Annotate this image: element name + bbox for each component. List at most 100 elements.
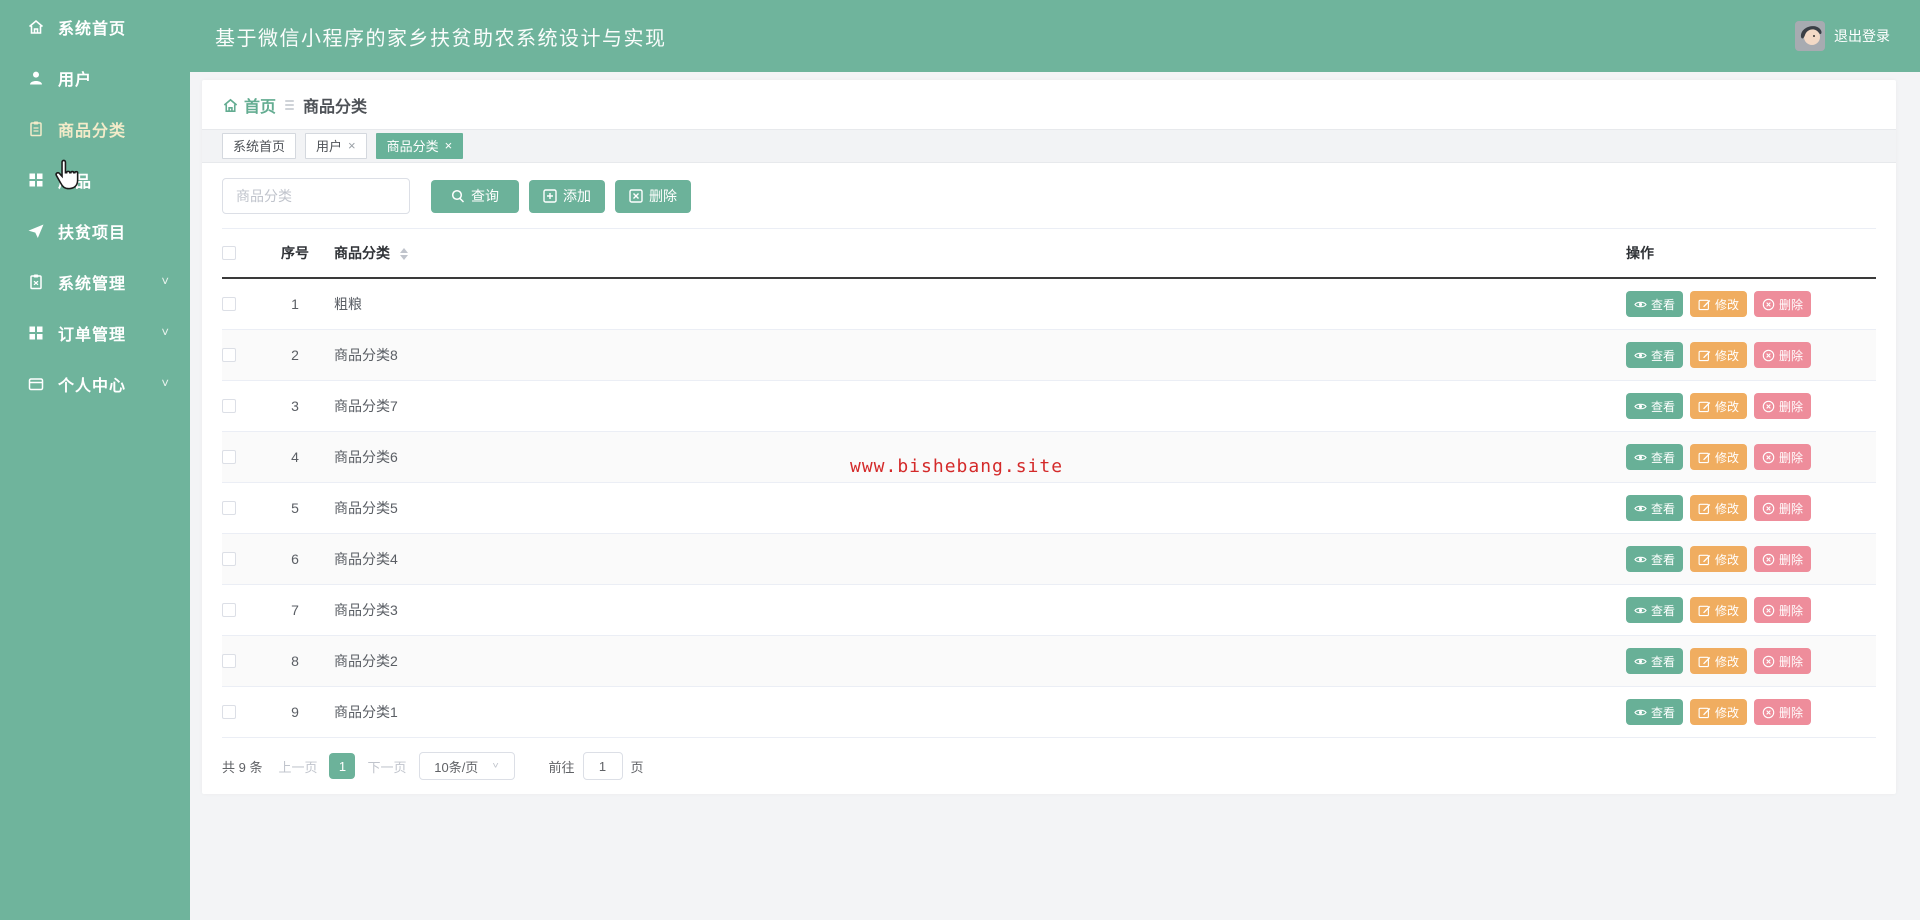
row-checkbox[interactable] — [222, 552, 236, 566]
edit-icon — [1698, 299, 1711, 310]
goto-label: 前往 — [548, 759, 575, 775]
chevron-down-icon: ˅ — [161, 273, 170, 289]
row-checkbox[interactable] — [222, 654, 236, 668]
table-row: 4 商品分类6 查看 修改 删除 — [222, 432, 1876, 483]
sidebar-item-profile[interactable]: 个人中心 ˅ — [0, 358, 190, 409]
view-button[interactable]: 查看 — [1626, 699, 1684, 725]
close-icon[interactable]: × — [348, 139, 356, 152]
eye-icon — [1634, 403, 1647, 409]
view-button[interactable]: 查看 — [1626, 597, 1684, 623]
row-category: 商品分类3 — [334, 602, 398, 618]
delete-row-button[interactable]: 删除 — [1754, 648, 1812, 674]
close-icon[interactable]: × — [445, 139, 453, 152]
row-checkbox[interactable] — [222, 705, 236, 719]
edit-button[interactable]: 修改 — [1690, 495, 1748, 521]
column-header-category[interactable]: 商品分类 — [326, 243, 1626, 263]
row-checkbox[interactable] — [222, 297, 236, 311]
sort-icon[interactable] — [399, 248, 408, 261]
sidebar-item-label: 系统首页 — [58, 20, 127, 38]
search-input[interactable] — [222, 178, 410, 214]
query-button[interactable]: 查询 — [431, 179, 519, 213]
tab-home[interactable]: 系统首页 — [222, 132, 297, 159]
delete-row-button[interactable]: 删除 — [1754, 291, 1812, 317]
sidebar-item-products[interactable]: 产品 — [0, 154, 190, 205]
add-button[interactable]: 添加 — [529, 179, 605, 213]
edit-button[interactable]: 修改 — [1690, 648, 1748, 674]
table-row: 2 商品分类8 查看 修改 删除 — [222, 330, 1876, 381]
user-menu[interactable]: 退出登录 — [1795, 21, 1890, 51]
caret-down-icon: ˅ — [492, 761, 499, 771]
next-page-button[interactable]: 下一页 — [367, 757, 406, 776]
eye-icon — [1634, 607, 1647, 613]
edit-button[interactable]: 修改 — [1690, 342, 1748, 368]
view-button[interactable]: 查看 — [1626, 546, 1684, 572]
main-area: 基于微信小程序的家乡扶贫助农系统设计与实现 退出登录 首页 商品分类 系统首页 … — [190, 0, 1920, 920]
sidebar-item-label: 扶贫项目 — [58, 224, 127, 242]
sidebar-item-users[interactable]: 用户 — [0, 52, 190, 103]
row-checkbox[interactable] — [222, 399, 236, 413]
row-index: 2 — [291, 347, 299, 363]
category-table: 序号 商品分类 操作 1 粗粮 查看 修改 删除 2 商品分类8 查看 修改 删… — [222, 228, 1876, 738]
view-button[interactable]: 查看 — [1626, 444, 1684, 470]
delete-row-button[interactable]: 删除 — [1754, 342, 1812, 368]
sidebar-item-label: 用户 — [58, 71, 93, 89]
sidebar-item-home[interactable]: 系统首页 — [0, 1, 190, 52]
edit-button[interactable]: 修改 — [1690, 597, 1748, 623]
tab-users[interactable]: 用户 × — [305, 132, 367, 159]
row-checkbox[interactable] — [222, 348, 236, 362]
grid-icon — [27, 324, 45, 342]
edit-button[interactable]: 修改 — [1690, 393, 1748, 419]
delete-row-button[interactable]: 删除 — [1754, 546, 1812, 572]
row-checkbox[interactable] — [222, 501, 236, 515]
select-all-checkbox[interactable] — [222, 246, 236, 260]
clipboard-icon — [27, 273, 45, 291]
x-square-icon — [629, 189, 643, 203]
delete-row-button[interactable]: 删除 — [1754, 444, 1812, 470]
view-button[interactable]: 查看 — [1626, 393, 1684, 419]
page-size-select[interactable]: 10条/页 ˅ — [418, 752, 515, 780]
tab-categories[interactable]: 商品分类 × — [375, 132, 464, 159]
sidebar-item-order-mgmt[interactable]: 订单管理 ˅ — [0, 307, 190, 358]
edit-icon — [1698, 554, 1711, 565]
edit-button[interactable]: 修改 — [1690, 444, 1748, 470]
pagination: 共 9 条 上一页 1 下一页 10条/页 ˅ 前往 页 — [222, 752, 1896, 780]
edit-icon — [1698, 503, 1711, 514]
view-button[interactable]: 查看 — [1626, 648, 1684, 674]
edit-button[interactable]: 修改 — [1690, 291, 1748, 317]
circle-x-icon — [1762, 706, 1775, 718]
breadcrumb-separator-icon — [285, 100, 295, 110]
row-checkbox[interactable] — [222, 603, 236, 617]
column-header-index: 序号 — [281, 245, 309, 261]
delete-row-button[interactable]: 删除 — [1754, 597, 1812, 623]
delete-row-button[interactable]: 删除 — [1754, 393, 1812, 419]
row-checkbox[interactable] — [222, 450, 236, 464]
delete-row-button[interactable]: 删除 — [1754, 699, 1812, 725]
prev-page-button[interactable]: 上一页 — [278, 757, 317, 776]
sidebar-item-label: 商品分类 — [58, 122, 127, 140]
edit-button[interactable]: 修改 — [1690, 546, 1748, 572]
current-page-button[interactable]: 1 — [329, 753, 356, 779]
circle-x-icon — [1762, 349, 1775, 361]
row-category: 粗粮 — [334, 296, 362, 312]
breadcrumb-home[interactable]: 首页 — [222, 93, 276, 117]
chevron-down-icon: ˅ — [161, 324, 170, 340]
delete-button[interactable]: 删除 — [615, 179, 691, 213]
view-button[interactable]: 查看 — [1626, 495, 1684, 521]
page-title: 基于微信小程序的家乡扶贫助农系统设计与实现 — [215, 27, 667, 50]
edit-button[interactable]: 修改 — [1690, 699, 1748, 725]
sidebar-item-categories[interactable]: 商品分类 — [0, 103, 190, 154]
grid-icon — [27, 171, 45, 189]
goto-page-input[interactable] — [582, 752, 623, 780]
row-index: 3 — [291, 398, 299, 414]
view-button[interactable]: 查看 — [1626, 291, 1684, 317]
user-icon — [27, 69, 45, 87]
sidebar-item-system-mgmt[interactable]: 系统管理 ˅ — [0, 256, 190, 307]
sidebar-item-projects[interactable]: 扶贫项目 — [0, 205, 190, 256]
delete-row-button[interactable]: 删除 — [1754, 495, 1812, 521]
eye-icon — [1634, 709, 1647, 715]
breadcrumb: 首页 商品分类 — [202, 80, 1896, 129]
row-index: 7 — [291, 602, 299, 618]
view-button[interactable]: 查看 — [1626, 342, 1684, 368]
logout-button[interactable]: 退出登录 — [1834, 26, 1890, 46]
avatar[interactable] — [1795, 21, 1825, 51]
